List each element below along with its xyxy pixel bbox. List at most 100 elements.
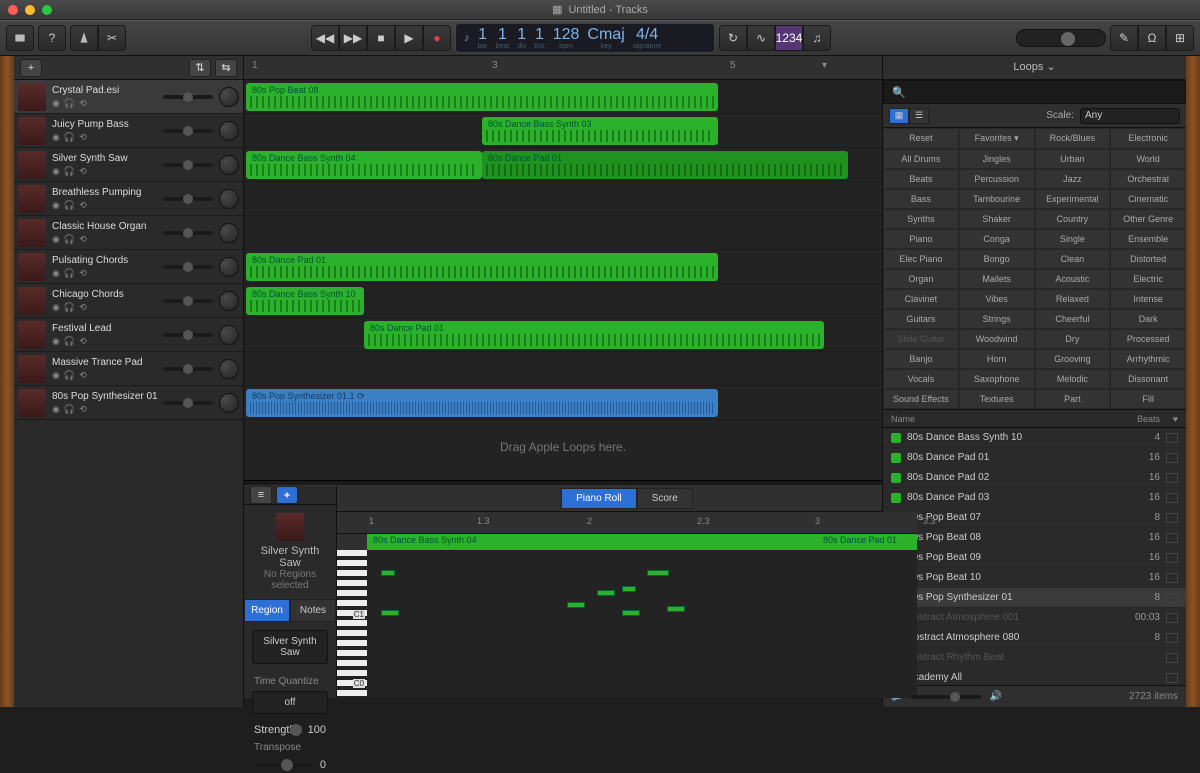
track-volume[interactable]: [163, 299, 213, 303]
minimize-window[interactable]: [25, 5, 35, 15]
track-volume[interactable]: [163, 333, 213, 337]
category-button[interactable]: Banjo: [883, 349, 959, 369]
loop-item[interactable]: 80s Pop Beat 1016: [883, 568, 1186, 588]
loop-list[interactable]: 80s Dance Bass Synth 10480s Dance Pad 01…: [883, 428, 1186, 685]
solo-icon[interactable]: 🎧: [64, 200, 75, 211]
category-button[interactable]: Orchestral: [1110, 169, 1186, 189]
track-volume[interactable]: [163, 95, 213, 99]
category-button[interactable]: Processed: [1110, 329, 1186, 349]
track-volume[interactable]: [163, 231, 213, 235]
category-button[interactable]: Guitars: [883, 309, 959, 329]
lock-icon[interactable]: ⟲: [79, 200, 87, 211]
region[interactable]: 80s Pop Beat 08: [246, 83, 718, 111]
category-button[interactable]: All Drums: [883, 149, 959, 169]
loops-search-input[interactable]: [912, 87, 1177, 98]
favorite-checkbox[interactable]: [1166, 473, 1178, 483]
favorite-checkbox[interactable]: [1166, 553, 1178, 563]
lock-icon[interactable]: ⟲: [79, 268, 87, 279]
category-button[interactable]: Melodic: [1035, 369, 1111, 389]
favorite-checkbox[interactable]: [1166, 673, 1178, 683]
track-pan[interactable]: [219, 393, 239, 413]
media-browser-button[interactable]: ⊞: [1166, 25, 1194, 51]
arrange-area[interactable]: 80s Pop Beat 08 80s Dance Bass Synth 03 …: [244, 80, 882, 480]
lock-icon[interactable]: ⟲: [79, 370, 87, 381]
tab-region[interactable]: Region: [244, 599, 290, 622]
mute-icon[interactable]: ◉: [52, 166, 60, 177]
col-beats[interactable]: Beats: [1137, 414, 1160, 424]
category-button[interactable]: Bongo: [959, 249, 1035, 269]
track-row[interactable]: Massive Trance Pad◉🎧⟲: [14, 352, 243, 386]
category-button[interactable]: Textures: [959, 389, 1035, 409]
tab-piano-roll[interactable]: Piano Roll: [561, 488, 637, 509]
help-button[interactable]: ?: [38, 25, 66, 51]
category-button[interactable]: Cinematic: [1110, 189, 1186, 209]
track-pan[interactable]: [219, 87, 239, 107]
category-button[interactable]: Bass: [883, 189, 959, 209]
category-button[interactable]: Fill: [1110, 389, 1186, 409]
favorite-checkbox[interactable]: [1166, 533, 1178, 543]
solo-icon[interactable]: 🎧: [64, 98, 75, 109]
solo-icon[interactable]: 🎧: [64, 404, 75, 415]
category-button[interactable]: Jazz: [1035, 169, 1111, 189]
track-volume[interactable]: [163, 265, 213, 269]
lcd-display[interactable]: ♪ 1bar 1beat 1div 1tick 128bpm Cmajkey 4…: [455, 23, 715, 53]
mute-icon[interactable]: ◉: [52, 302, 60, 313]
track-volume[interactable]: [163, 367, 213, 371]
loop-item[interactable]: 80s Pop Beat 0916: [883, 548, 1186, 568]
category-button[interactable]: Percussion: [959, 169, 1035, 189]
track-row[interactable]: Juicy Pump Bass◉🎧⟲: [14, 114, 243, 148]
category-button[interactable]: Shaker: [959, 209, 1035, 229]
region[interactable]: 80s Dance Bass Synth 04: [246, 151, 482, 179]
mute-icon[interactable]: ◉: [52, 234, 60, 245]
mute-icon[interactable]: ◉: [52, 132, 60, 143]
quantize-select[interactable]: off: [252, 691, 328, 714]
track-pan[interactable]: [219, 121, 239, 141]
region[interactable]: 80s Dance Pad 01: [246, 253, 718, 281]
favorite-checkbox[interactable]: [1166, 593, 1178, 603]
category-button[interactable]: Dark: [1110, 309, 1186, 329]
close-window[interactable]: [8, 5, 18, 15]
favorite-checkbox[interactable]: [1166, 633, 1178, 643]
category-button[interactable]: Conga: [959, 229, 1035, 249]
track-view-option-a[interactable]: ⇅: [189, 59, 211, 77]
solo-icon[interactable]: 🎧: [64, 302, 75, 313]
category-button[interactable]: Saxophone: [959, 369, 1035, 389]
favorite-checkbox[interactable]: [1166, 453, 1178, 463]
track-row[interactable]: 80s Pop Synthesizer 01◉🎧⟲: [14, 386, 243, 420]
cycle-button[interactable]: ↻: [719, 25, 747, 51]
solo-icon[interactable]: 🎧: [64, 132, 75, 143]
tab-score[interactable]: Score: [637, 488, 693, 509]
track-pan[interactable]: [219, 257, 239, 277]
forward-button[interactable]: ▶▶: [339, 25, 367, 51]
track-row[interactable]: Pulsating Chords◉🎧⟲: [14, 250, 243, 284]
category-button[interactable]: Distorted: [1110, 249, 1186, 269]
solo-icon[interactable]: 🎧: [64, 336, 75, 347]
category-button[interactable]: Other Genre: [1110, 209, 1186, 229]
category-button[interactable]: Dissonant: [1110, 369, 1186, 389]
col-name[interactable]: Name: [891, 414, 1137, 424]
category-button[interactable]: Acoustic: [1035, 269, 1111, 289]
category-button[interactable]: Sound Effects: [883, 389, 959, 409]
category-button[interactable]: Urban: [1035, 149, 1111, 169]
preview-volume[interactable]: [911, 695, 981, 699]
category-button[interactable]: Part: [1035, 389, 1111, 409]
track-row[interactable]: Classic House Organ◉🎧⟲: [14, 216, 243, 250]
favorite-checkbox[interactable]: [1166, 653, 1178, 663]
transpose-slider[interactable]: [254, 763, 314, 767]
category-button[interactable]: Synths: [883, 209, 959, 229]
category-button[interactable]: Reset: [883, 128, 959, 149]
track-pan[interactable]: [219, 291, 239, 311]
count-in-button[interactable]: ✂: [98, 25, 126, 51]
category-button[interactable]: Experimental: [1035, 189, 1111, 209]
notepad-button[interactable]: ✎: [1110, 25, 1138, 51]
region-name-field[interactable]: Silver Synth Saw: [252, 630, 328, 664]
view-columns[interactable]: ☰: [909, 108, 929, 124]
metronome-button[interactable]: [70, 25, 98, 51]
track-pan[interactable]: [219, 189, 239, 209]
region[interactable]: 80s Dance Pad 01: [482, 151, 848, 179]
library-button[interactable]: [6, 25, 34, 51]
play-button[interactable]: ▶: [395, 25, 423, 51]
category-button[interactable]: Ensemble: [1110, 229, 1186, 249]
category-button[interactable]: Tambourine: [959, 189, 1035, 209]
category-button[interactable]: Favorites ▾: [959, 128, 1035, 149]
